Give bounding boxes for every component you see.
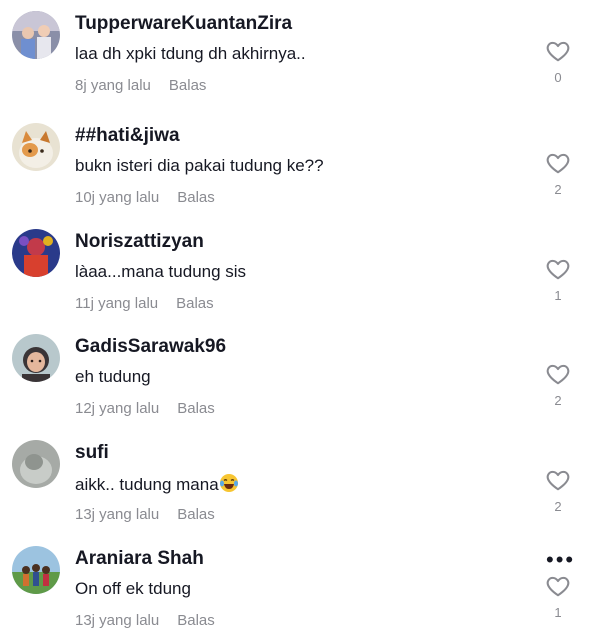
- heart-outline-icon[interactable]: [545, 573, 571, 599]
- comment-item: Araniara Shah On off ek tdung 13j yang l…: [0, 535, 593, 641]
- like-count: 1: [554, 288, 562, 303]
- comment-meta: 12j yang lalu Balas: [75, 400, 215, 417]
- comment-text: eh tudung: [75, 367, 151, 386]
- comment-meta: 10j yang lalu Balas: [75, 189, 215, 206]
- more-dots-icon[interactable]: •••: [546, 549, 575, 571]
- comment-meta: 13j yang lalu Balas: [75, 612, 215, 629]
- comment-text: laa dh xpki tdung dh akhirnya..: [75, 44, 306, 63]
- reply-button[interactable]: Balas: [177, 612, 215, 629]
- like-count: 1: [554, 605, 562, 620]
- reply-button[interactable]: Balas: [177, 400, 215, 417]
- username[interactable]: TupperwareKuantanZira: [75, 13, 292, 35]
- heart-outline-icon[interactable]: [545, 38, 571, 64]
- heart-outline-icon[interactable]: [545, 361, 571, 387]
- like-count: 0: [554, 70, 562, 85]
- comment-item: GadisSarawak96 eh tudung 12j yang lalu Ba…: [0, 323, 593, 429]
- username[interactable]: sufi: [75, 442, 109, 464]
- comment-meta: 11j yang lalu Balas: [75, 295, 214, 312]
- comment-text-body: aikk.. tudung mana: [75, 475, 219, 494]
- reply-button[interactable]: Balas: [177, 189, 215, 206]
- comment-time: 12j yang lalu: [75, 400, 160, 417]
- username[interactable]: GadisSarawak96: [75, 336, 226, 358]
- heart-outline-icon[interactable]: [545, 467, 571, 493]
- comment-item: TupperwareKuantanZira laa dh xpki tdung …: [0, 0, 593, 106]
- avatar[interactable]: [12, 229, 60, 277]
- avatar[interactable]: [12, 123, 60, 171]
- comment-time: 13j yang lalu: [75, 612, 160, 629]
- comment-text: làaa...mana tudung sis: [75, 262, 247, 281]
- heart-outline-icon[interactable]: [545, 256, 571, 282]
- username[interactable]: Araniara Shah: [75, 548, 204, 570]
- comment-text: bukn isteri dia pakai tudung ke??: [75, 156, 324, 175]
- avatar[interactable]: [12, 11, 60, 59]
- comment-meta: 13j yang lalu Balas: [75, 506, 215, 523]
- reply-button[interactable]: Balas: [176, 295, 214, 312]
- comment-item: Noriszattizyan làaa...mana tudung sis 11…: [0, 218, 593, 324]
- username[interactable]: ##hati&jiwa: [75, 125, 180, 147]
- like-count: 2: [554, 393, 562, 408]
- comment-item: sufi aikk.. tudung mana 13j yang lalu Bal…: [0, 429, 593, 535]
- avatar[interactable]: [12, 546, 60, 594]
- comment-time: 13j yang lalu: [75, 506, 160, 523]
- comment-time: 11j yang lalu: [75, 295, 159, 312]
- comment-time: 10j yang lalu: [75, 189, 160, 206]
- comment-time: 8j yang lalu: [75, 77, 151, 94]
- comment-text: On off ek tdung: [75, 579, 191, 598]
- comment-text: aikk.. tudung mana: [75, 473, 239, 495]
- like-count: 2: [554, 499, 562, 514]
- like-count: 2: [554, 182, 562, 197]
- avatar[interactable]: [12, 334, 60, 382]
- username[interactable]: Noriszattizyan: [75, 231, 204, 253]
- reply-button[interactable]: Balas: [177, 506, 215, 523]
- reply-button[interactable]: Balas: [169, 77, 207, 94]
- laughing-tears-emoji: [219, 473, 239, 493]
- comment-meta: 8j yang lalu Balas: [75, 77, 206, 94]
- comment-item: ##hati&jiwa bukn isteri dia pakai tudung…: [0, 112, 593, 218]
- heart-outline-icon[interactable]: [545, 150, 571, 176]
- avatar[interactable]: [12, 440, 60, 488]
